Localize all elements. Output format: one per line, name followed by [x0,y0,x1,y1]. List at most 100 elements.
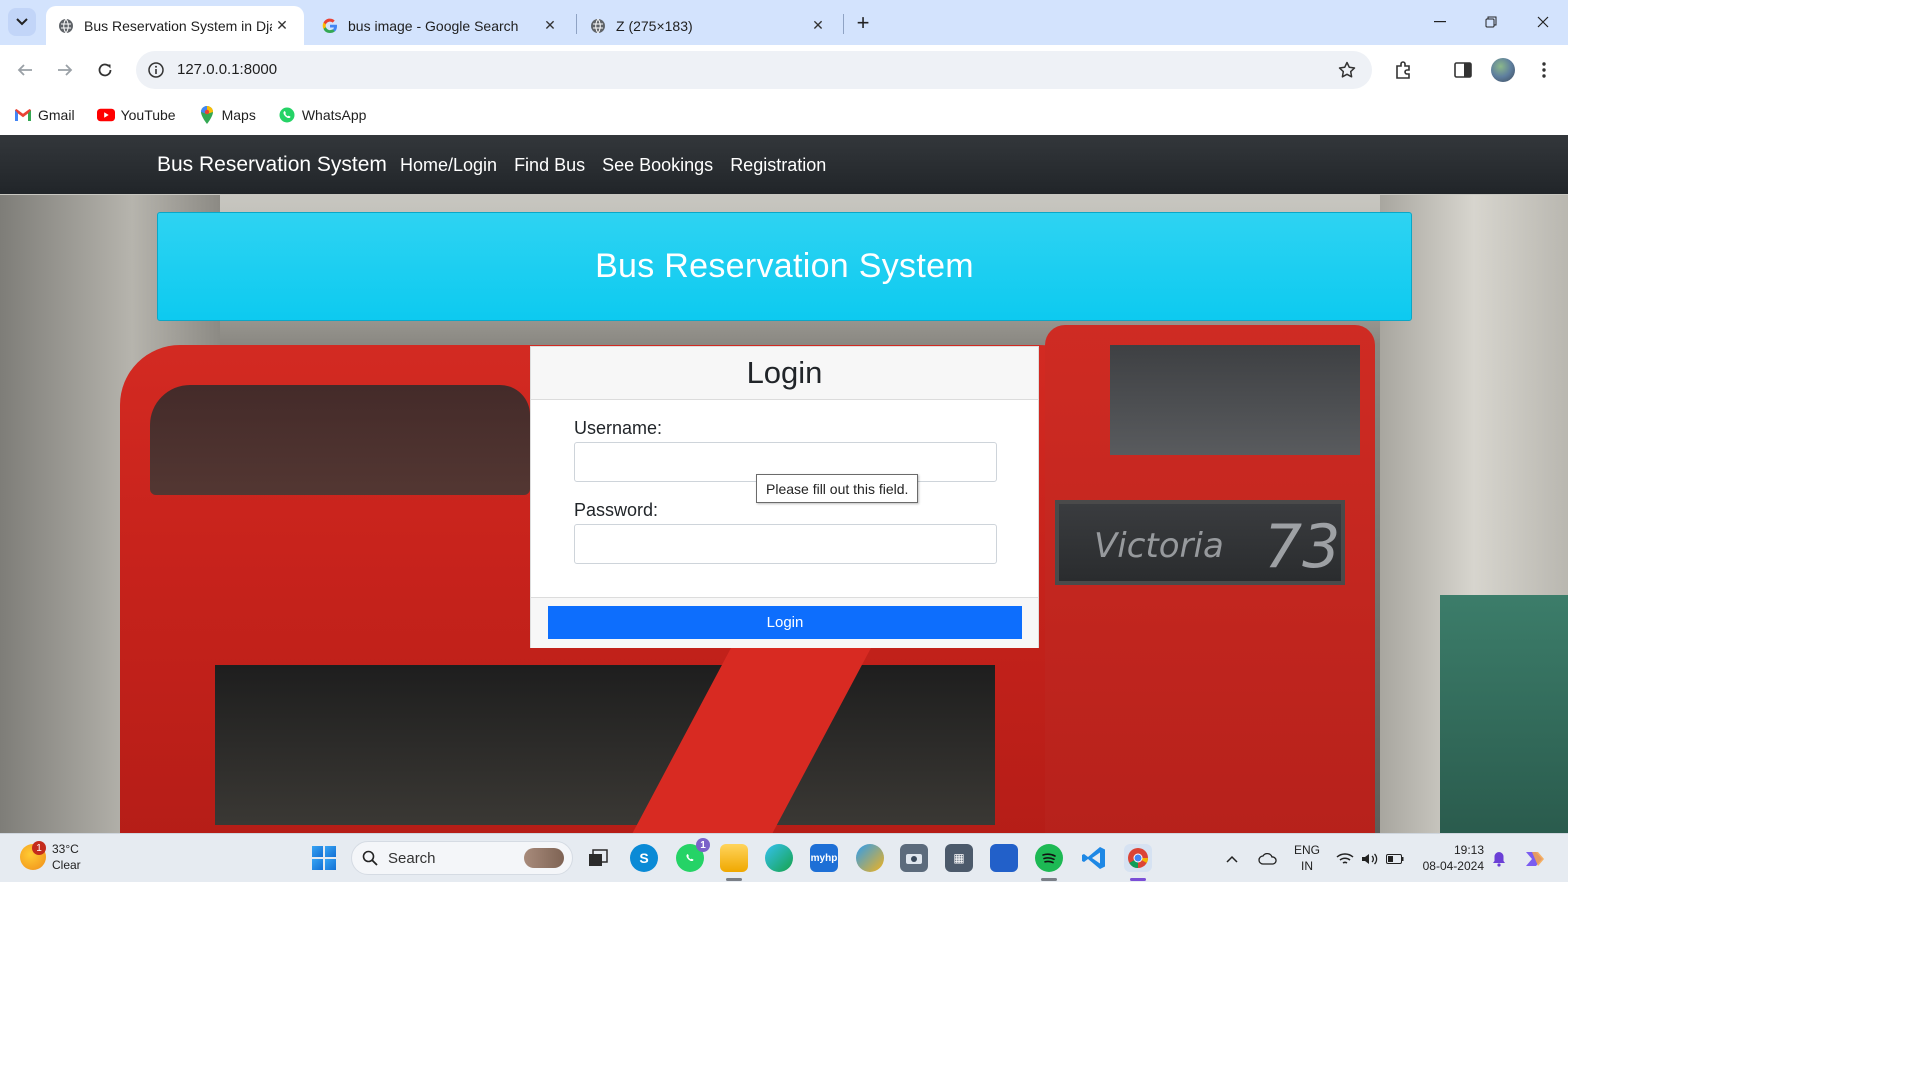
search-highlight-image [524,848,564,868]
site-info-icon[interactable] [146,60,166,80]
close-tab-icon[interactable]: ✕ [540,16,560,36]
restore-icon[interactable] [1471,8,1511,36]
youtube-icon [96,107,115,123]
bus-window [1110,345,1360,455]
close-tab-icon[interactable]: ✕ [272,16,292,36]
tab-image[interactable]: Z (275×183) ✕ [578,6,840,45]
taskbar-search-label: Search [388,849,436,867]
login-card-footer: Login [531,597,1038,648]
hero-banner: Bus Reservation System [157,212,1412,321]
volume-icon[interactable] [1361,834,1379,883]
notification-bell-icon[interactable] [1492,834,1506,883]
background-kiosk [1440,595,1568,833]
close-tab-icon[interactable]: ✕ [808,16,828,36]
calculator-icon[interactable]: ▦ [945,844,973,872]
bookmark-gmail[interactable]: Gmail [14,107,75,123]
chrome-icon[interactable] [1124,844,1152,872]
username-label: Username: [574,418,663,438]
running-indicator [726,878,742,881]
task-view-icon[interactable] [584,844,612,872]
nav-link-registration[interactable]: Registration [730,155,826,176]
whatsapp-app-icon[interactable]: 1 [676,838,710,872]
weather-widget[interactable]: 1 33°C Clear [20,841,81,873]
forward-arrow-icon[interactable] [51,56,79,84]
url-text[interactable]: 127.0.0.1:8000 [177,61,277,78]
bookmark-label: Gmail [38,107,75,123]
tab-google-search[interactable]: bus image - Google Search ✕ [310,6,572,45]
show-hidden-icons[interactable] [1226,834,1238,883]
login-button[interactable]: Login [548,606,1022,639]
camera-icon[interactable] [900,844,928,872]
bookmark-maps[interactable]: Maps [198,106,256,124]
bookmark-youtube[interactable]: YouTube [96,107,176,123]
minimize-icon[interactable] [1420,8,1460,36]
language-line2: IN [1301,859,1313,873]
back-arrow-icon[interactable] [11,56,39,84]
maps-icon [198,106,216,124]
bus-window [150,385,530,495]
weather-text: 33°C Clear [52,841,81,873]
notification-badge: 1 [696,838,710,852]
more-menu-icon[interactable] [1531,57,1557,83]
weather-sun-icon: 1 [20,841,46,870]
whatsapp-icon [278,107,296,123]
file-explorer-icon[interactable] [720,844,748,872]
bookmarks-bar: Gmail YouTube Maps WhatsApp [0,95,1568,135]
site-navbar: Bus Reservation System Home/Login Find B… [0,135,1568,194]
wifi-icon[interactable] [1336,834,1354,883]
tab-strip: Bus Reservation System in Djan ✕ bus ima… [0,0,1568,45]
reload-icon[interactable] [91,56,119,84]
windows-start-icon[interactable] [312,846,336,870]
bookmark-whatsapp[interactable]: WhatsApp [278,107,367,123]
navbar-brand[interactable]: Bus Reservation System [157,153,387,177]
close-window-icon[interactable] [1523,8,1563,36]
profile-avatar[interactable] [1490,57,1516,83]
nav-link-see-bookings[interactable]: See Bookings [602,155,713,176]
skype-icon[interactable]: S [630,844,658,872]
weather-temp: 33°C [52,842,79,856]
spotify-icon[interactable] [1035,844,1063,872]
tips-icon[interactable] [856,844,884,872]
web-page: Victoria 73 Bus Reservation System Home/… [0,135,1568,833]
language-indicator[interactable]: ENG IN [1294,842,1320,874]
bus-route-number: 73 [1264,512,1341,582]
login-card: Login Username: Password: Please fill ou… [530,346,1039,648]
password-input[interactable] [574,524,997,564]
nav-link-find-bus[interactable]: Find Bus [514,155,585,176]
tab-title: Z (275×183) [616,17,693,34]
bus-destination: Victoria [1094,526,1224,566]
tab-title: bus image - Google Search [348,17,519,34]
tab-separator [843,14,844,34]
browser-toolbar: 127.0.0.1:8000 [0,45,1568,95]
side-panel-icon[interactable] [1450,57,1476,83]
copilot-icon[interactable] [1522,834,1546,883]
tab-search-button[interactable] [8,8,36,36]
microsoft-store-icon[interactable] [990,844,1018,872]
new-tab-icon[interactable]: + [850,10,876,36]
tab-separator [576,14,577,34]
vscode-icon[interactable] [1080,844,1108,872]
nav-links: Home/Login Find Bus See Bookings Registr… [400,155,843,176]
bus-window [215,665,995,825]
edge-icon[interactable] [765,844,793,872]
weather-condition: Clear [52,858,81,872]
validation-tooltip: Please fill out this field. [756,474,919,503]
taskbar-search[interactable]: Search [351,841,573,875]
bookmark-label: WhatsApp [301,107,367,123]
battery-icon[interactable] [1386,834,1404,883]
tab-bus-reservation[interactable]: Bus Reservation System in Djan ✕ [46,6,304,45]
address-bar[interactable]: 127.0.0.1:8000 [136,51,1372,89]
system-clock[interactable]: 19:13 08-04-2024 [1418,842,1484,874]
nav-link-home-login[interactable]: Home/Login [400,155,497,176]
running-indicator-active [1130,878,1146,881]
hp-support-icon[interactable]: myhp [810,844,838,872]
bookmark-label: Maps [221,107,256,123]
extensions-icon[interactable] [1390,57,1416,83]
globe-icon [58,18,74,34]
login-title: Login [746,355,823,390]
running-indicator [1041,878,1057,881]
bus-destination-board: Victoria 73 [1055,500,1345,585]
bookmark-star-icon[interactable] [1336,59,1358,81]
notification-badge: 1 [32,841,46,855]
onedrive-cloud-icon[interactable] [1258,834,1278,883]
